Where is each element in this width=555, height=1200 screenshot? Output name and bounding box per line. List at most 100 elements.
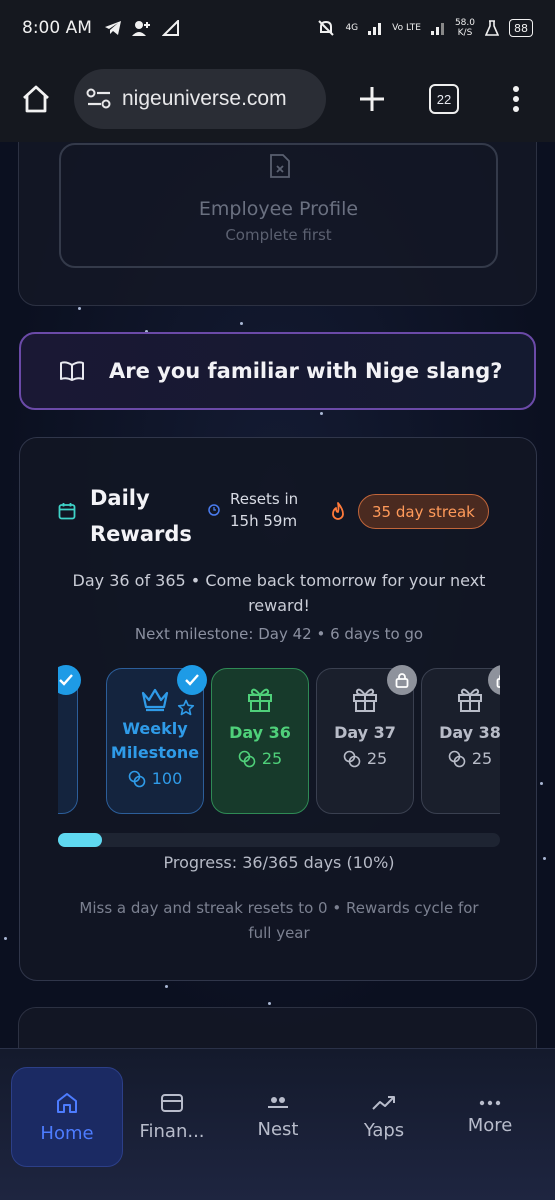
reward-value: 100 — [151, 769, 183, 788]
telegram-icon — [104, 21, 121, 35]
gift-icon — [353, 688, 377, 712]
star-decoration — [240, 322, 243, 325]
star-decoration — [4, 937, 7, 940]
daily-rewards-card: Daily Rewards Resets in 15h 59m 35 day s… — [19, 437, 537, 981]
url-text: nigeuniverse.com — [122, 87, 287, 110]
reward-day-card[interactable]: Day 37 25 — [316, 665, 417, 814]
star-decoration — [540, 782, 543, 785]
year-progress-fill — [58, 833, 103, 847]
star-decoration — [543, 857, 546, 860]
star-decoration — [320, 412, 323, 415]
nav-finance-label: Finan... — [139, 1120, 205, 1142]
more-icon — [479, 1100, 501, 1105]
year-progress-bar — [58, 833, 500, 847]
gift-icon — [458, 688, 482, 712]
employee-profile-title: Employee Profile — [198, 198, 359, 220]
profile-section-card: Employee Profile Complete first — [18, 142, 537, 306]
claimed-badge — [58, 665, 81, 695]
browser-menu-button[interactable] — [496, 79, 536, 119]
home-button[interactable] — [16, 79, 56, 119]
nav-more[interactable]: More — [435, 1067, 545, 1167]
employee-profile-card[interactable]: Employee Profile Complete first — [59, 143, 498, 268]
signal-icon-2 — [430, 23, 444, 35]
reward-amount: 25 — [238, 749, 282, 768]
nav-yaps-label: Yaps — [363, 1119, 405, 1141]
nav-home-label: Home — [40, 1122, 94, 1144]
locked-badge — [387, 665, 417, 695]
locked-badge — [488, 665, 500, 695]
nav-more-label: More — [467, 1114, 513, 1136]
nav-yaps[interactable]: Yaps — [329, 1067, 439, 1167]
reward-value: 25 — [471, 749, 493, 768]
employee-profile-subtitle: Complete first — [225, 226, 332, 244]
slang-quiz-banner[interactable]: Are you familiar with Nige slang? — [19, 332, 536, 410]
page-content[interactable]: Employee Profile Complete first Are you … — [0, 142, 555, 1048]
gift-icon — [248, 688, 272, 712]
streak-badge: 35 day streak — [358, 494, 489, 529]
coins-icon — [343, 750, 361, 767]
browser-toolbar: nigeuniverse.com 22 — [0, 56, 555, 142]
reward-amount: 100 — [128, 769, 183, 788]
slang-banner-text: Are you familiar with Nige slang? — [109, 359, 503, 383]
trending-icon — [372, 1095, 395, 1110]
star-decoration — [268, 1002, 271, 1005]
coins-icon — [448, 750, 466, 767]
reset-label: Resets in — [230, 490, 299, 508]
nav-nest[interactable]: Nest — [223, 1067, 333, 1167]
reward-day-card[interactable]: Day 38 25 — [421, 665, 500, 814]
new-tab-button[interactable] — [352, 79, 392, 119]
nav-nest-label: Nest — [257, 1118, 299, 1140]
reward-value: 25 — [261, 749, 283, 768]
nav-finance[interactable]: Finan... — [117, 1067, 227, 1167]
reward-value: 25 — [366, 749, 388, 768]
star-decoration — [165, 985, 168, 988]
next-milestone-text: Next milestone: Day 42 • 6 days to go — [134, 625, 424, 643]
reward-amount: 25 — [343, 749, 387, 768]
book-open-icon — [60, 361, 84, 381]
reward-status-text: Day 36 of 365 • Come back tomorrow for y… — [72, 571, 486, 615]
flask-icon — [485, 20, 499, 36]
check-icon — [185, 674, 199, 686]
star-decoration — [78, 307, 81, 310]
reset-time: 15h 59m — [230, 512, 298, 530]
daily-rewards-header: Daily Rewards Resets in 15h 59m 35 day s… — [58, 476, 518, 546]
status-time: 8:00 AM — [22, 18, 92, 38]
mute-icon — [318, 20, 335, 36]
reward-day-label: Day 36 — [229, 723, 291, 742]
reward-amount: 25 — [448, 749, 492, 768]
fire-icon — [332, 502, 344, 520]
reset-timer: Resets in 15h 59m — [230, 488, 320, 532]
site-settings-icon — [86, 88, 111, 109]
reward-day-label: Day 38 — [439, 723, 500, 742]
more-vertical-icon — [513, 86, 519, 112]
signal-activity-icon — [161, 20, 179, 36]
check-icon — [59, 674, 73, 686]
net-speed-unit: K/S — [457, 28, 473, 38]
calendar-icon — [58, 503, 76, 520]
tab-count: 22 — [429, 84, 459, 114]
nest-icon — [268, 1096, 288, 1108]
reward-day-card[interactable] — [58, 665, 81, 814]
daily-rewards-title: Daily Rewards — [90, 486, 192, 546]
clock-icon — [208, 504, 220, 516]
lock-icon — [496, 674, 500, 688]
nav-home[interactable]: Home — [11, 1067, 123, 1167]
home-icon — [57, 1092, 77, 1113]
reward-day-card[interactable]: Weekly Milestone 100 — [106, 665, 207, 814]
streak-rule-note: Miss a day and streak resets to 0 • Rewa… — [79, 899, 479, 942]
network-type: 4G — [345, 23, 359, 33]
reward-day-label: Weekly Milestone — [110, 719, 200, 762]
reward-day-card-today[interactable]: Day 36 25 — [211, 668, 309, 814]
home-outline-icon — [23, 85, 49, 113]
tab-switcher-button[interactable]: 22 — [424, 79, 464, 119]
status-bar: 8:00 AM 4G Vo LTE 58.0 K/S 88 — [0, 0, 555, 56]
reward-day-label: Day 37 — [334, 723, 396, 742]
card-icon — [161, 1093, 183, 1112]
address-bar[interactable]: nigeuniverse.com — [74, 69, 326, 129]
volte-label: Vo LTE — [392, 23, 421, 33]
battery-indicator: 88 — [509, 19, 533, 37]
next-section-card — [18, 1007, 537, 1048]
progress-text: Progress: 36/365 days (10%) — [163, 853, 395, 872]
reward-days-carousel[interactable]: Weekly Milestone 100 Day 36 25 Day 37 25… — [58, 665, 500, 815]
file-x-icon — [270, 154, 290, 178]
